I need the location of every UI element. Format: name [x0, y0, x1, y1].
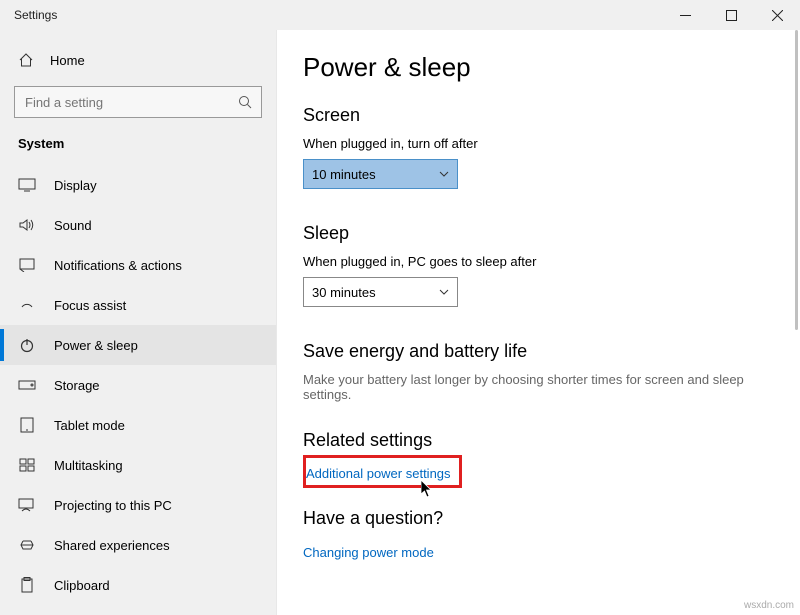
sleep-timeout-select[interactable]: 30 minutes	[303, 277, 458, 307]
screen-label: When plugged in, turn off after	[303, 136, 760, 151]
save-energy-desc: Make your battery last longer by choosin…	[303, 372, 760, 402]
close-button[interactable]	[754, 0, 800, 30]
nav-label: Projecting to this PC	[54, 498, 172, 513]
search-icon	[238, 95, 252, 109]
sleep-timeout-value: 30 minutes	[312, 285, 376, 300]
sidebar: Home System Display Sound	[0, 30, 277, 615]
save-energy-heading: Save energy and battery life	[303, 341, 760, 362]
nav-label: Multitasking	[54, 458, 123, 473]
nav-label: Tablet mode	[54, 418, 125, 433]
nav-label: Clipboard	[54, 578, 110, 593]
power-icon	[18, 337, 36, 353]
scrollbar[interactable]	[786, 30, 800, 615]
sidebar-item-focus-assist[interactable]: Focus assist	[0, 285, 276, 325]
section-label: System	[0, 130, 276, 165]
related-heading: Related settings	[303, 430, 760, 451]
focus-assist-icon	[18, 297, 36, 313]
sidebar-item-clipboard[interactable]: Clipboard	[0, 565, 276, 605]
changing-power-mode-link[interactable]: Changing power mode	[303, 545, 434, 560]
tablet-icon	[18, 417, 36, 433]
sidebar-item-notifications[interactable]: Notifications & actions	[0, 245, 276, 285]
nav-label: Power & sleep	[54, 338, 138, 353]
window-title: Settings	[14, 8, 57, 22]
watermark: wsxdn.com	[744, 600, 794, 611]
sidebar-item-shared-experiences[interactable]: Shared experiences	[0, 525, 276, 565]
sleep-label: When plugged in, PC goes to sleep after	[303, 254, 760, 269]
notifications-icon	[18, 258, 36, 272]
sidebar-item-projecting[interactable]: Projecting to this PC	[0, 485, 276, 525]
nav-label: Notifications & actions	[54, 258, 182, 273]
scrollbar-thumb[interactable]	[795, 30, 798, 330]
search-box[interactable]	[14, 86, 262, 118]
minimize-icon	[680, 10, 691, 21]
search-input[interactable]	[14, 86, 262, 118]
sidebar-item-power-sleep[interactable]: Power & sleep	[0, 325, 276, 365]
storage-icon	[18, 379, 36, 391]
sidebar-item-storage[interactable]: Storage	[0, 365, 276, 405]
sidebar-item-tablet-mode[interactable]: Tablet mode	[0, 405, 276, 445]
screen-timeout-value: 10 minutes	[312, 167, 376, 182]
sleep-heading: Sleep	[303, 223, 760, 244]
page-title: Power & sleep	[303, 52, 760, 83]
nav-label: Focus assist	[54, 298, 126, 313]
projecting-icon	[18, 498, 36, 512]
sidebar-item-display[interactable]: Display	[0, 165, 276, 205]
chevron-down-icon	[439, 167, 449, 182]
nav-label: Shared experiences	[54, 538, 170, 553]
nav-label: Sound	[54, 218, 92, 233]
home-label: Home	[50, 53, 85, 68]
additional-power-settings-link[interactable]: Additional power settings	[306, 466, 451, 481]
multitasking-icon	[18, 458, 36, 472]
home-nav[interactable]: Home	[0, 42, 276, 78]
maximize-icon	[726, 10, 737, 21]
sidebar-item-sound[interactable]: Sound	[0, 205, 276, 245]
sidebar-item-multitasking[interactable]: Multitasking	[0, 445, 276, 485]
highlighted-box: Additional power settings	[303, 455, 462, 488]
nav-label: Display	[54, 178, 97, 193]
clipboard-icon	[18, 577, 36, 593]
minimize-button[interactable]	[662, 0, 708, 30]
maximize-button[interactable]	[708, 0, 754, 30]
home-icon	[18, 52, 34, 68]
content-area: Power & sleep Screen When plugged in, tu…	[277, 30, 800, 615]
question-heading: Have a question?	[303, 508, 760, 529]
shared-icon	[18, 537, 36, 553]
screen-timeout-select[interactable]: 10 minutes	[303, 159, 458, 189]
chevron-down-icon	[439, 285, 449, 300]
sound-icon	[18, 218, 36, 232]
nav-label: Storage	[54, 378, 100, 393]
display-icon	[18, 178, 36, 192]
close-icon	[772, 10, 783, 21]
titlebar: Settings	[0, 0, 800, 30]
screen-heading: Screen	[303, 105, 760, 126]
